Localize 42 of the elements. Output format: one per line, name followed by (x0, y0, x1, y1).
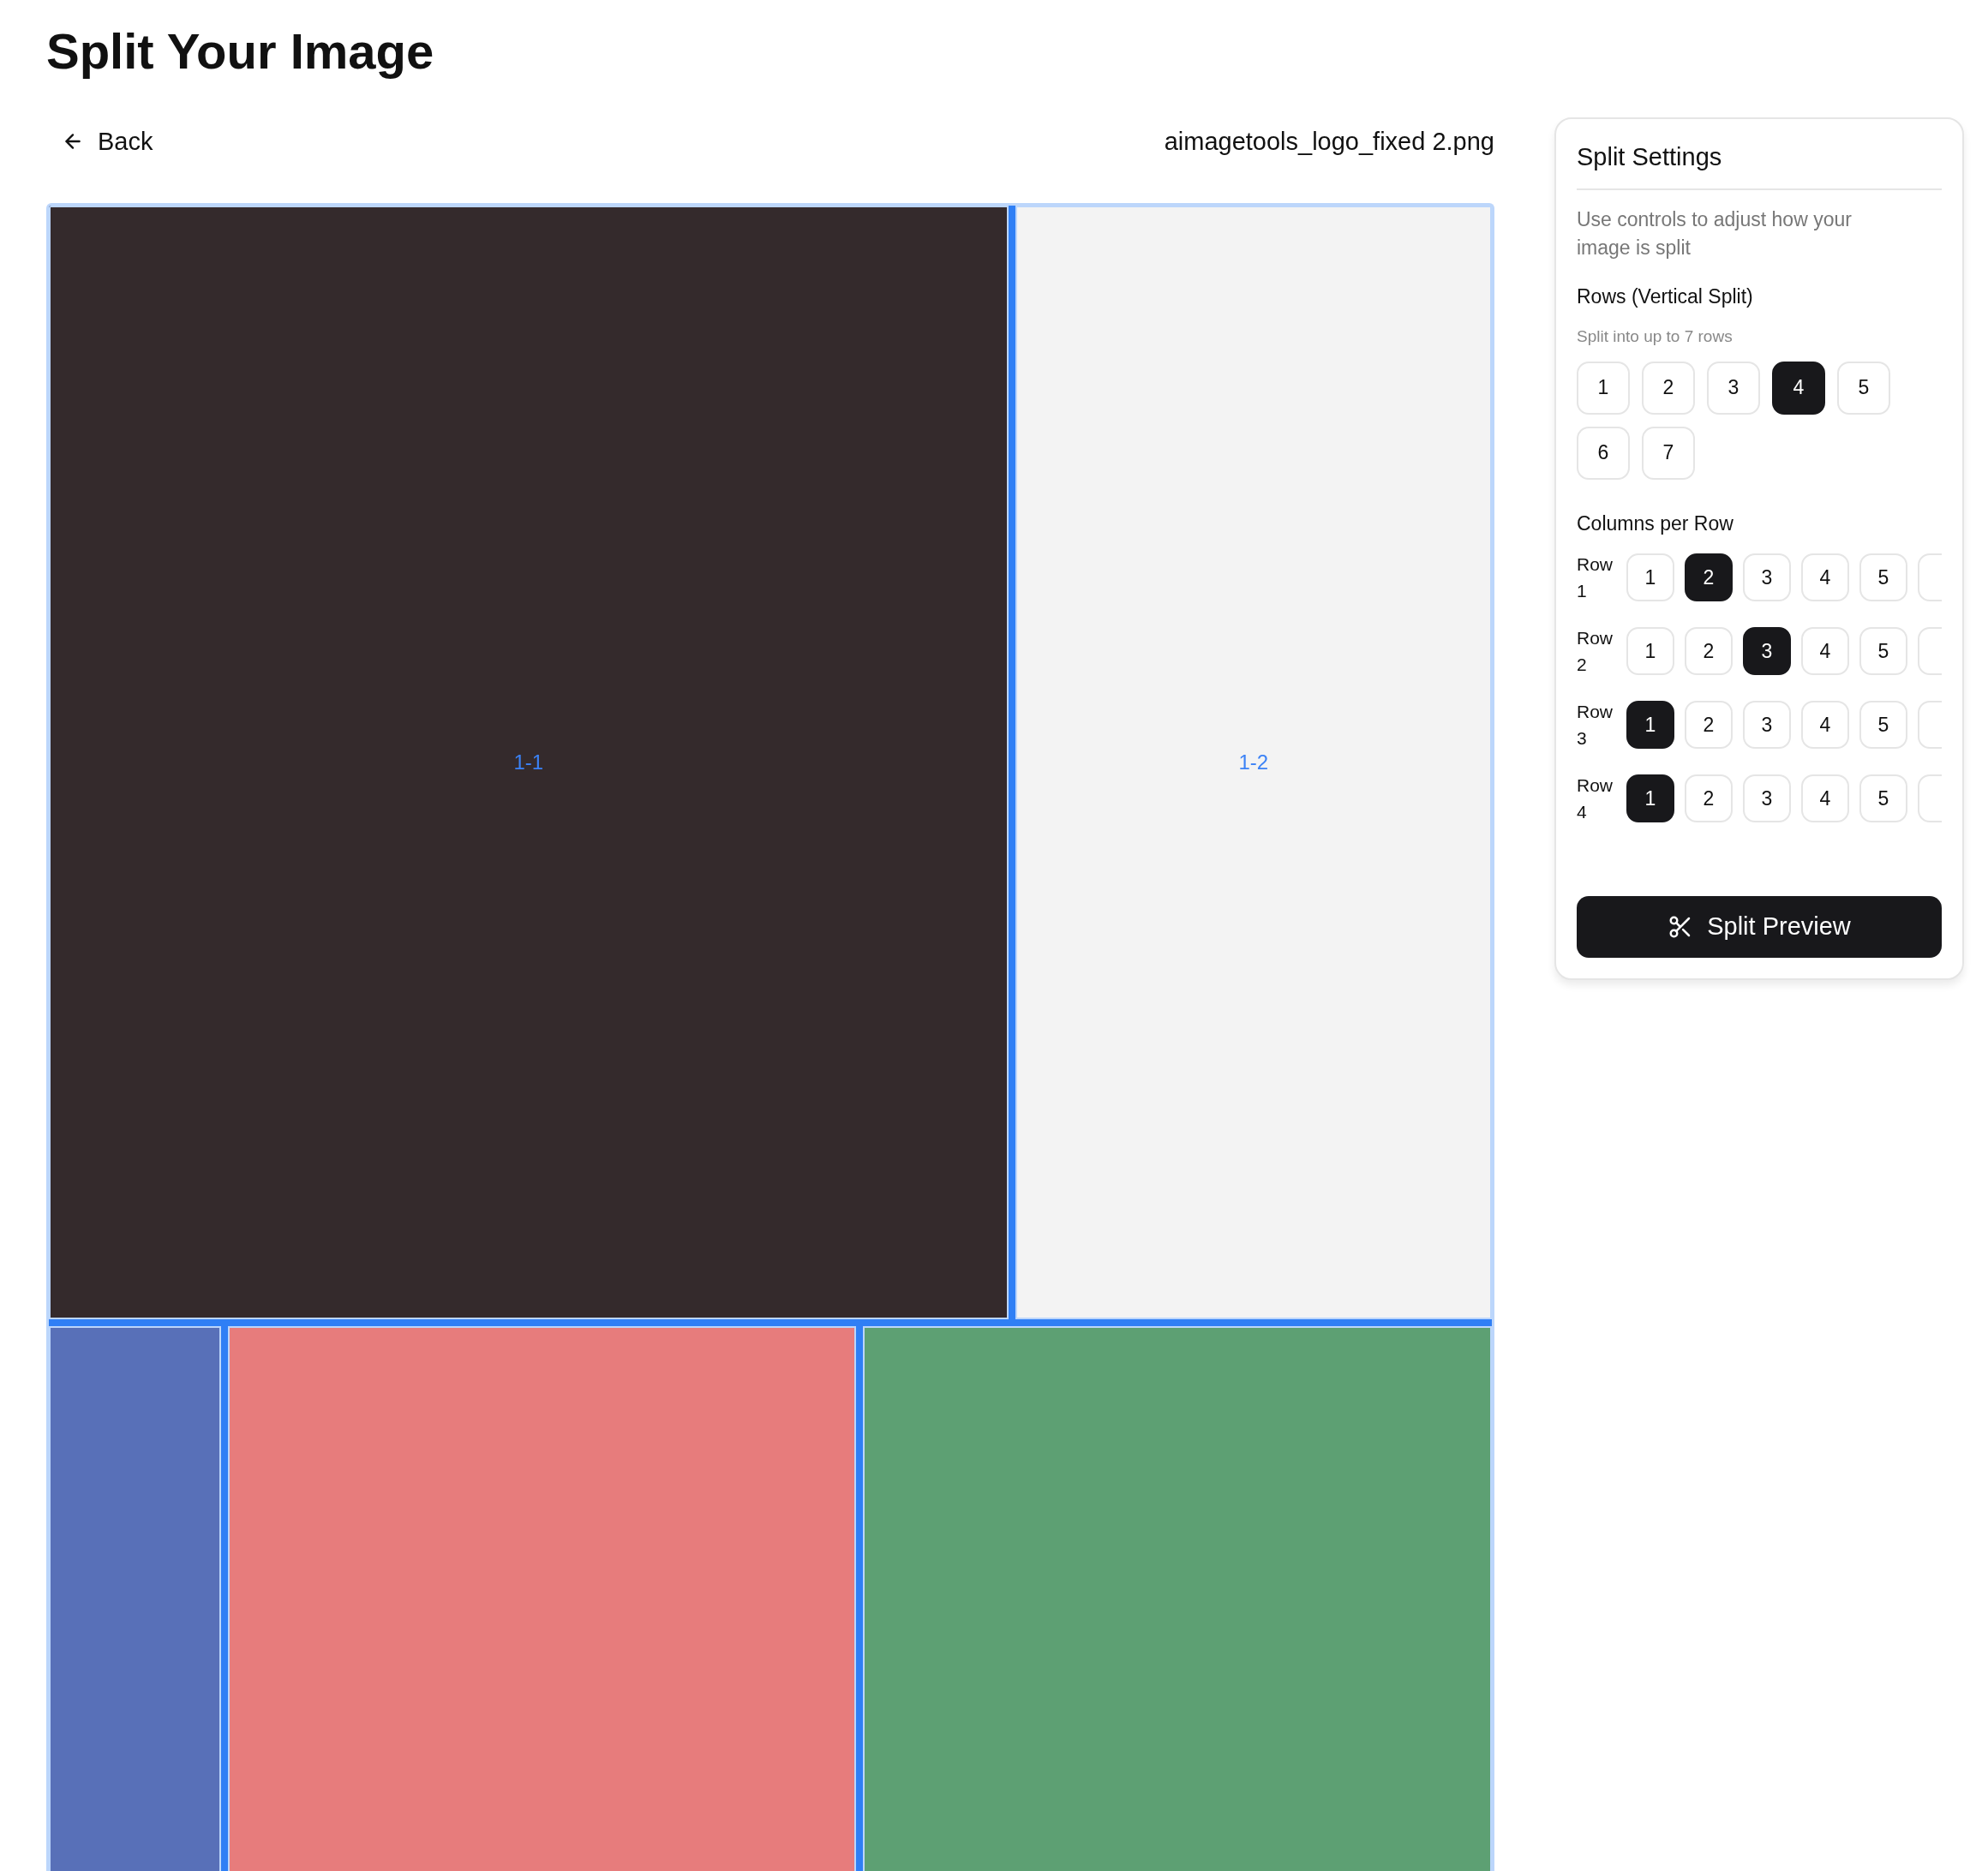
column-count-option[interactable]: 5 (1859, 553, 1907, 602)
section-heading: Rows (Vertical Split) (1577, 284, 1754, 308)
column-count-option[interactable]: 2 (1685, 701, 1733, 750)
section-hint: Split into up to 7 rows (1577, 326, 1734, 346)
column-count-option[interactable]: 5 (1859, 774, 1907, 823)
page-title: Split Your Image (46, 22, 435, 81)
column-count-option[interactable]: 1 (1626, 774, 1674, 823)
column-count-option[interactable]: 5 (1859, 627, 1907, 676)
panel-title: Split Settings (1577, 143, 1942, 191)
section-heading: Columns per Row (1577, 511, 1734, 535)
column-count-option[interactable]: 3 (1743, 774, 1791, 823)
panel-description: Use controls to adjust how your image is split (1577, 207, 1853, 260)
row-count-option[interactable]: 2 (1642, 361, 1695, 415)
split-preview-button[interactable]: Split Preview (1577, 895, 1942, 958)
column-count-option[interactable]: 1 (1626, 627, 1674, 676)
column-count-option[interactable]: 1 (1626, 553, 1674, 602)
column-count-option[interactable]: 1 (1626, 701, 1674, 750)
column-count-option[interactable]: 3 (1743, 553, 1791, 602)
column-count-option[interactable]: 4 (1801, 701, 1849, 750)
column-count-option[interactable]: 4 (1801, 627, 1849, 676)
row-count-option[interactable]: 5 (1837, 361, 1890, 415)
row-label: Row 3 (1577, 700, 1614, 750)
row-count-option[interactable]: 6 (1577, 426, 1630, 480)
column-count-option[interactable]: 2 (1685, 553, 1733, 602)
row-label: Row 2 (1577, 626, 1614, 677)
tile-label: 1-2 (1238, 750, 1269, 775)
row-count-option[interactable]: 7 (1642, 426, 1695, 480)
file-name: aimagetools_logo_fixed 2.png (1164, 127, 1494, 156)
row-label: Row 4 (1577, 774, 1614, 824)
column-count-option[interactable]: 4 (1801, 774, 1849, 823)
column-count-option[interactable]: 4 (1801, 553, 1849, 602)
row-label: Row 1 (1577, 553, 1614, 603)
row-count-option[interactable]: 1 (1577, 361, 1630, 415)
column-count-option[interactable]: 3 (1743, 627, 1791, 676)
row-count-option[interactable]: 4 (1772, 361, 1825, 415)
column-count-option[interactable]: 2 (1685, 774, 1733, 823)
back-link[interactable]: Back (62, 127, 153, 156)
column-count-option[interactable]: 5 (1859, 701, 1907, 750)
tile-label: 1-1 (513, 750, 544, 775)
column-count-option[interactable]: 3 (1743, 701, 1791, 750)
column-count-option[interactable]: 2 (1685, 627, 1733, 676)
row-count-option[interactable]: 3 (1707, 361, 1760, 415)
